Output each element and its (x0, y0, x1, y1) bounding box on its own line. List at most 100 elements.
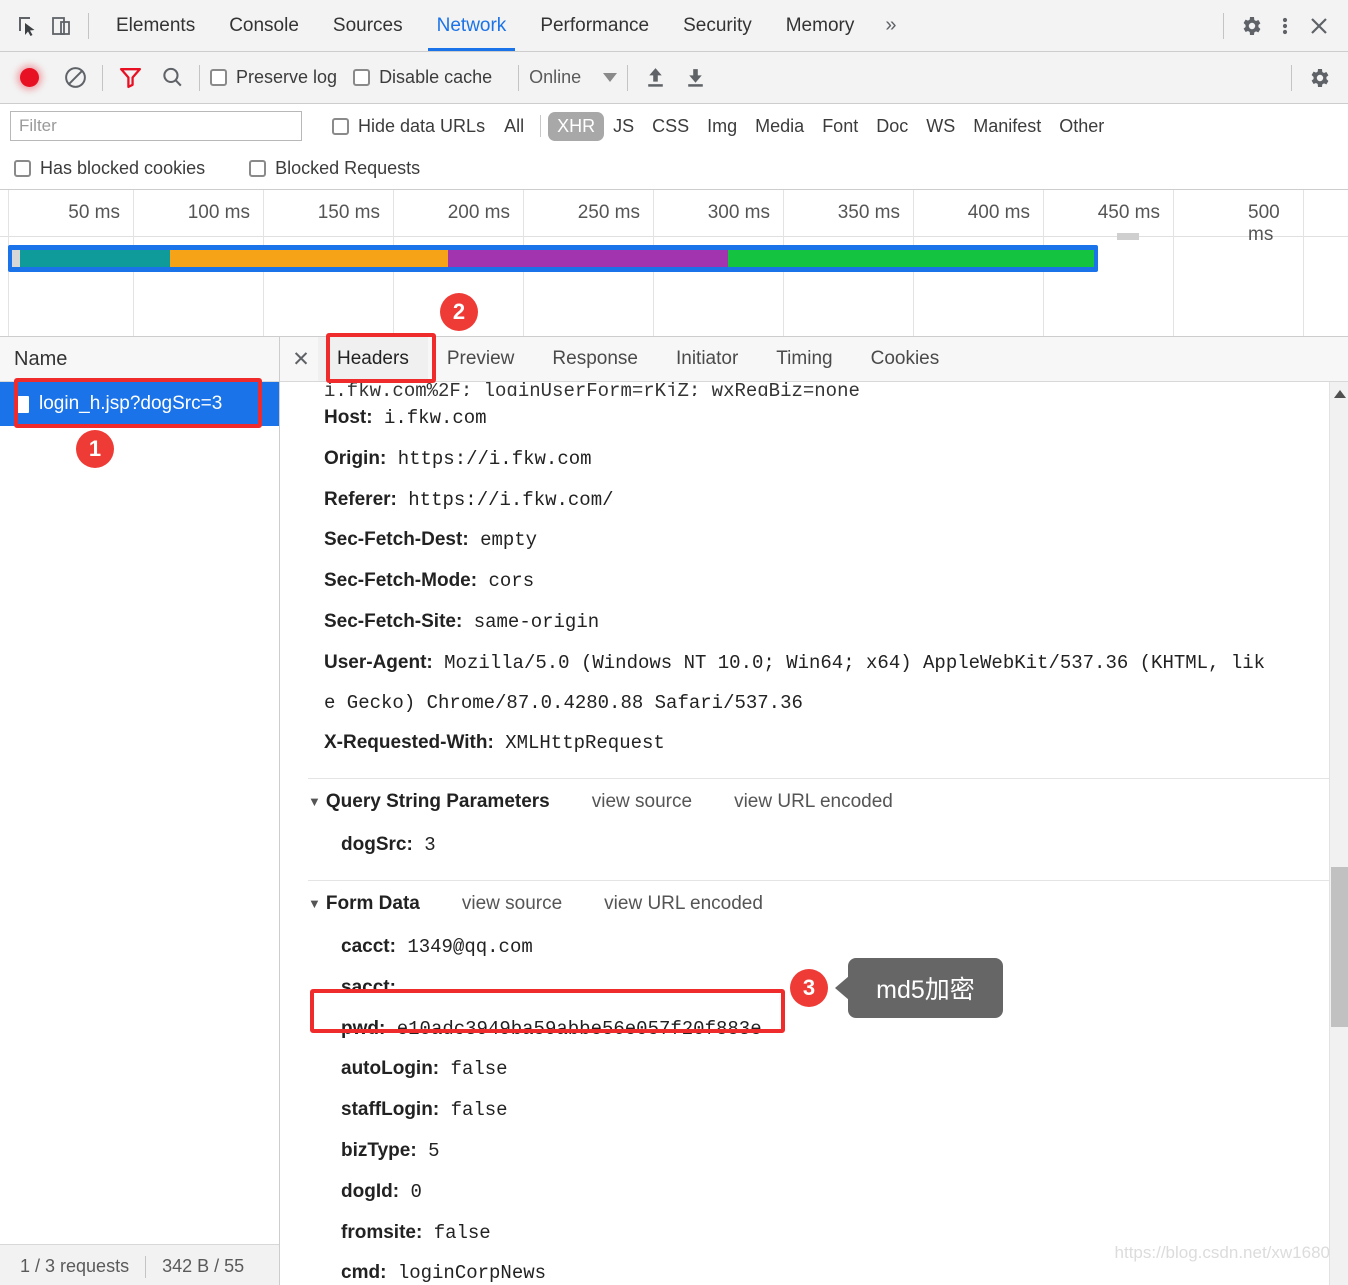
filter-type-ws[interactable]: WS (917, 112, 964, 141)
toolbar-divider-5 (627, 64, 629, 91)
export-har-button[interactable] (678, 61, 712, 95)
throttling-select[interactable]: Online (529, 67, 618, 88)
tab-memory[interactable]: Memory (769, 0, 872, 51)
form-param-sacct: sacct: (308, 968, 1348, 1009)
gear-icon[interactable] (1234, 9, 1268, 43)
detail-tab-timing[interactable]: Timing (757, 337, 851, 381)
filter-type-doc[interactable]: Doc (867, 112, 917, 141)
scroll-up-arrow-icon[interactable] (1334, 390, 1346, 398)
preserve-log-checkbox[interactable]: Preserve log (210, 67, 337, 88)
filter-type-font[interactable]: Font (813, 112, 867, 141)
toolbar-divider-2 (102, 64, 103, 91)
collapse-triangle-icon[interactable]: ▼ (308, 779, 321, 825)
param-key: bizType: (341, 1139, 417, 1161)
segment-stalled (170, 250, 448, 267)
tab-console[interactable]: Console (212, 0, 316, 51)
device-toolbar-icon[interactable] (44, 9, 78, 43)
resource-type-filters: All XHR JS CSS Img Media Font Doc WS Man… (495, 111, 1113, 141)
scrollbar-thumb[interactable] (1331, 867, 1348, 1027)
tick-label: 350 ms (837, 202, 900, 223)
tab-security-label: Security (683, 14, 752, 36)
form-param-autologin: autoLogin: false (308, 1049, 1348, 1090)
header-value: i.fkw.com (383, 407, 487, 429)
blocked-requests-box[interactable] (249, 160, 267, 177)
tab-sources[interactable]: Sources (316, 0, 420, 51)
detail-tab-initiator[interactable]: Initiator (657, 337, 757, 381)
close-icon[interactable] (1302, 9, 1336, 43)
query-param-dogsrc: dogSrc: 3 (308, 825, 1348, 866)
param-key: cmd: (341, 1262, 387, 1284)
chevron-down-icon (603, 73, 618, 82)
filter-type-media[interactable]: Media (746, 112, 813, 141)
filter-type-other[interactable]: Other (1050, 112, 1113, 141)
tab-security[interactable]: Security (666, 0, 769, 51)
filter-type-all[interactable]: All (495, 112, 533, 141)
preserve-log-box[interactable] (210, 69, 227, 86)
clipped-header-line: i.fkw.com%2F; loginUserForm=rKjZ; wxRegB… (324, 382, 860, 396)
collapse-triangle-icon[interactable]: ▼ (308, 881, 321, 927)
throttling-value: Online (529, 67, 582, 87)
has-blocked-cookies-checkbox[interactable]: Has blocked cookies (14, 158, 205, 179)
header-user-agent-wrap: e Gecko) Chrome/87.0.4280.88 Safari/537.… (308, 684, 1348, 724)
tick-label: 200 ms (447, 202, 510, 223)
network-settings-area (1281, 61, 1348, 95)
form-view-source-link[interactable]: view source (462, 881, 562, 927)
detail-tab-cookies[interactable]: Cookies (852, 337, 959, 381)
detail-tab-bar: ✕ Headers Preview Response Initiator Tim… (280, 337, 1348, 382)
form-view-url-encoded-link[interactable]: view URL encoded (604, 881, 763, 927)
disable-cache-box[interactable] (353, 69, 371, 86)
more-tabs-icon[interactable]: » (871, 14, 910, 37)
devtools-window: Elements Console Sources Network Perform… (0, 0, 1348, 1285)
tab-performance[interactable]: Performance (523, 0, 666, 51)
import-har-button[interactable] (638, 61, 672, 95)
query-string-title: Query String Parameters (325, 791, 550, 813)
close-detail-icon[interactable]: ✕ (284, 337, 318, 381)
query-string-section-header[interactable]: ▼ Query String Parameters view source vi… (308, 779, 1348, 825)
segment-request-sent (448, 250, 728, 267)
inspect-element-icon[interactable] (10, 9, 44, 43)
segment-content-download (728, 250, 1094, 267)
filter-type-js[interactable]: JS (604, 112, 643, 141)
tab-network[interactable]: Network (420, 0, 524, 51)
filter-input[interactable] (10, 111, 302, 141)
tab-sources-label: Sources (332, 14, 403, 36)
status-divider (145, 1255, 147, 1278)
filter-type-img[interactable]: Img (698, 112, 746, 141)
filter-type-manifest[interactable]: Manifest (964, 112, 1050, 141)
tick-label: 400 ms (967, 202, 1030, 223)
param-key: dogId: (341, 1180, 400, 1202)
record-button[interactable] (12, 61, 46, 95)
tab-elements[interactable]: Elements (99, 0, 212, 51)
query-view-url-encoded-link[interactable]: view URL encoded (734, 779, 893, 825)
request-list-header[interactable]: Name (0, 337, 279, 382)
detail-tab-preview[interactable]: Preview (428, 337, 534, 381)
has-blocked-cookies-box[interactable] (14, 160, 31, 177)
tick-label: 50 ms (68, 202, 120, 223)
filter-type-css[interactable]: CSS (643, 112, 698, 141)
detail-tab-response[interactable]: Response (533, 337, 657, 381)
more-options-icon[interactable] (1268, 9, 1302, 43)
detail-tab-headers[interactable]: Headers (318, 337, 428, 381)
hide-data-urls-box[interactable] (332, 117, 349, 135)
param-value: 5 (428, 1139, 440, 1162)
request-row-login[interactable]: login_h.jsp?dogSrc=3 (0, 382, 279, 426)
header-value: same-origin (473, 610, 600, 633)
filter-type-xhr[interactable]: XHR (548, 111, 605, 141)
header-value: empty (480, 529, 538, 552)
devtools-tabbar: Elements Console Sources Network Perform… (0, 0, 1348, 52)
blocked-requests-checkbox[interactable]: Blocked Requests (249, 158, 420, 179)
network-settings-gear-icon[interactable] (1302, 61, 1336, 95)
detail-scrollbar[interactable] (1329, 382, 1348, 1285)
blocked-filters-row: Has blocked cookies Blocked Requests (0, 148, 1348, 190)
search-button[interactable] (155, 61, 189, 95)
hide-data-urls-checkbox[interactable]: Hide data URLs (332, 116, 485, 137)
param-value: 1349@qq.com (407, 935, 533, 958)
disable-cache-checkbox[interactable]: Disable cache (353, 67, 492, 88)
header-sec-fetch-mode: Sec-Fetch-Mode: cors (308, 561, 1348, 602)
query-view-source-link[interactable]: view source (592, 779, 692, 825)
clear-button[interactable] (58, 61, 92, 95)
form-data-section-header[interactable]: ▼ Form Data view source view URL encoded (308, 881, 1348, 927)
network-overview[interactable]: 50 ms 100 ms 150 ms 200 ms 250 ms 300 ms… (0, 190, 1348, 337)
tick-label: 150 ms (317, 202, 380, 223)
filter-button[interactable] (113, 61, 147, 95)
